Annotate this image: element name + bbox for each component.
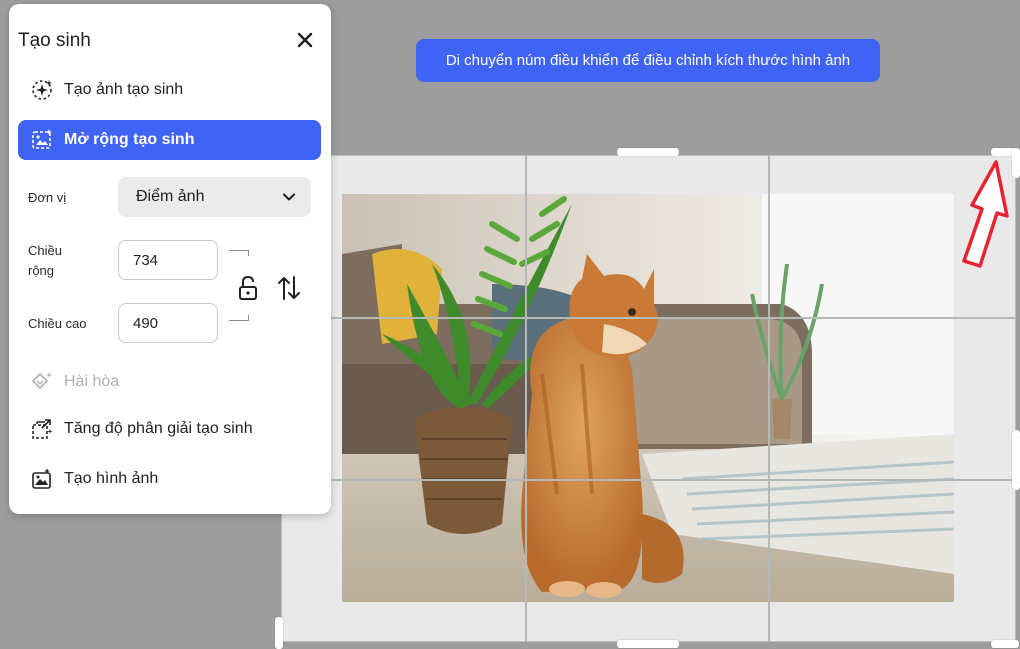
panel-title: Tạo sinh — [18, 30, 91, 51]
instruction-tooltip: Di chuyển núm điều khiển để điều chỉnh k… — [416, 39, 880, 82]
menu-item-generative-image[interactable]: Tạo ảnh tạo sinh — [18, 70, 321, 110]
height-input[interactable] — [118, 303, 218, 343]
close-icon[interactable] — [295, 30, 315, 50]
resize-handle-right[interactable] — [1012, 430, 1020, 490]
width-label: Chiều rộng — [28, 243, 62, 278]
generate-image-icon — [30, 467, 54, 491]
grid-line-horizontal — [281, 317, 1016, 319]
generative-sparkle-icon — [30, 78, 54, 102]
swap-dimensions-icon[interactable] — [277, 274, 301, 302]
resize-handle-bottom-right[interactable] — [991, 640, 1019, 648]
unit-dropdown[interactable]: Điểm ảnh — [118, 177, 311, 217]
resize-handle-top-right-side[interactable] — [1012, 148, 1020, 178]
width-input[interactable] — [118, 240, 218, 280]
unit-dropdown-value: Điểm ảnh — [136, 188, 205, 205]
menu-item-label: Tăng độ phân giải tạo sinh — [64, 420, 253, 437]
harmonize-icon — [30, 370, 54, 394]
grid-line-vertical — [525, 155, 527, 642]
link-bracket-bottom — [229, 315, 249, 321]
generative-panel: Tạo sinh Tạo ảnh tạo sinh Mở rộng tạo si… — [9, 4, 331, 514]
link-bracket-top — [229, 250, 249, 256]
menu-item-harmonize: Hài hòa — [18, 362, 321, 402]
chevron-down-icon — [283, 193, 295, 201]
menu-item-generative-expand[interactable]: Mở rộng tạo sinh — [18, 120, 321, 160]
resize-handle-top[interactable] — [617, 148, 679, 156]
resize-handle-bottom[interactable] — [617, 640, 679, 648]
menu-item-label: Hài hòa — [64, 373, 120, 390]
menu-item-generative-upscale[interactable]: Tăng độ phân giải tạo sinh — [18, 409, 321, 449]
generative-expand-icon — [30, 128, 54, 152]
cat-photo — [342, 194, 954, 602]
height-label: Chiều cao — [28, 316, 87, 331]
menu-item-label: Mở rộng tạo sinh — [64, 131, 195, 148]
grid-line-horizontal — [281, 479, 1016, 481]
menu-item-label: Tạo ảnh tạo sinh — [64, 81, 184, 98]
unlock-icon[interactable] — [237, 275, 259, 301]
upscale-icon — [30, 417, 54, 441]
resize-handle-bottom-left[interactable] — [275, 617, 283, 649]
red-arrow-icon — [962, 160, 1009, 268]
tooltip-text: Di chuyển núm điều khiển để điều chỉnh k… — [445, 52, 851, 69]
grid-line-vertical — [768, 155, 770, 642]
unit-label: Đơn vị — [28, 190, 67, 205]
menu-item-label: Tạo hình ảnh — [64, 470, 159, 487]
menu-item-generate-image[interactable]: Tạo hình ảnh — [18, 459, 321, 499]
